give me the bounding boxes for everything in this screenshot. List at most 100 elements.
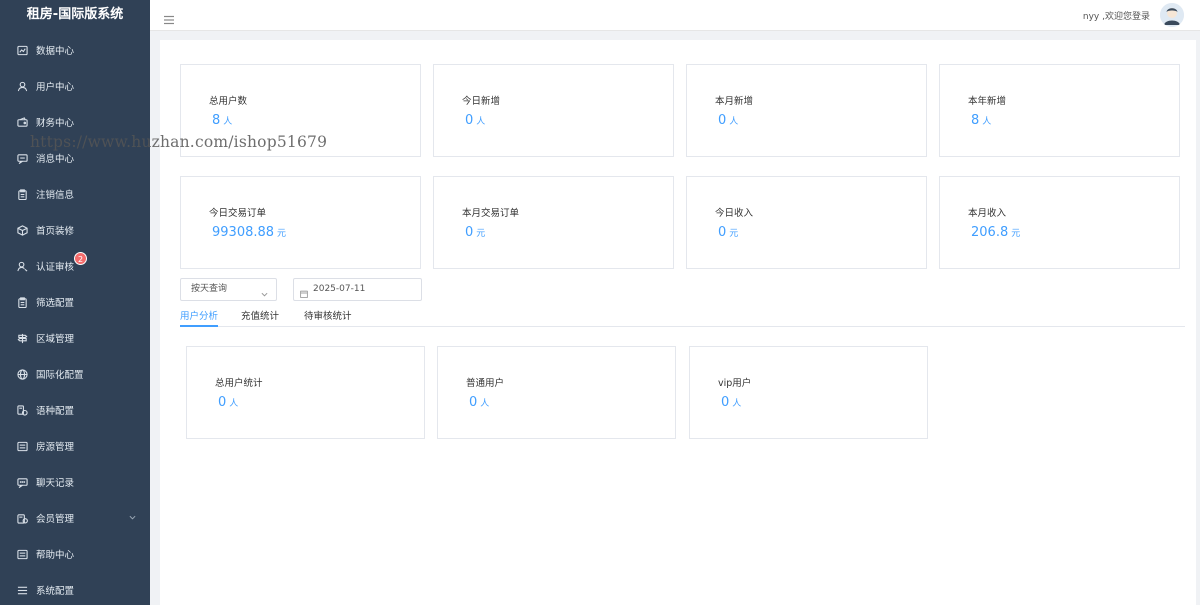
sidebar-item-label: 聊天记录: [36, 478, 75, 489]
tab-pending-review-stats[interactable]: 待审核统计: [304, 308, 352, 327]
sidebar-item-finance[interactable]: 财务中心: [0, 104, 150, 140]
stat-value: 206.8 元: [971, 225, 1021, 240]
globe-icon: [16, 368, 28, 380]
chevron-down-icon: [261, 286, 268, 297]
date-picker-input[interactable]: 2025-07-11: [293, 278, 422, 301]
top-header: nyy ,欢迎您登录: [150, 0, 1200, 31]
sidebar-item-label: 数据中心: [36, 46, 75, 57]
sidebar-item-filter-config[interactable]: 筛选配置: [0, 284, 150, 320]
tab-user-analysis[interactable]: 用户分析: [180, 308, 219, 327]
notification-badge: 2: [74, 252, 88, 265]
sidebar-item-label: 区域管理: [36, 334, 75, 345]
user-icon: [16, 80, 28, 92]
wallet-icon: [16, 116, 28, 128]
sidebar-item-verification[interactable]: 认证审核 2: [0, 248, 150, 284]
sidebar-item-label: 会员管理: [36, 514, 75, 525]
sidebar-item-language[interactable]: 语种配置: [0, 392, 150, 428]
stat-card-today-income: 今日收入 0元: [686, 176, 927, 269]
language-icon: [16, 404, 28, 416]
stat-label: 今日新增: [462, 96, 501, 107]
stat-label: 总用户数: [209, 96, 248, 107]
user-check-icon: [16, 260, 28, 272]
stat-label: 总用户统计: [215, 378, 263, 389]
stat-label: 今日交易订单: [209, 208, 267, 219]
stat-card-today-new: 今日新增 0人: [433, 64, 674, 157]
member-icon: [16, 512, 28, 524]
sidebar-menu: 数据中心 用户中心 财务中心 消息中心 注销信息 首页装修 认证审核 2 筛选配…: [0, 32, 150, 605]
sidebar-item-label: 帮助中心: [36, 550, 75, 561]
stat-label: 今日收入: [715, 208, 754, 219]
message-icon: [16, 152, 28, 164]
stat-card-month-new: 本月新增 0人: [686, 64, 927, 157]
hamburger-menu-icon[interactable]: [164, 10, 174, 25]
stat-value: 8人: [212, 113, 233, 128]
sidebar-item-members[interactable]: 会员管理: [0, 500, 150, 536]
stat-value: 99308.88 元: [212, 225, 287, 240]
clipboard-icon: [16, 188, 28, 200]
list-box-icon: [16, 440, 28, 452]
sidebar-item-system-config[interactable]: 系统配置: [0, 572, 150, 605]
stat-card-vip-users: vip用户 0人: [689, 346, 928, 439]
stat-card-regular-users: 普通用户 0人: [437, 346, 676, 439]
stat-value: 0人: [465, 113, 486, 128]
sidebar-item-user-center[interactable]: 用户中心: [0, 68, 150, 104]
stat-value: 0人: [718, 113, 739, 128]
sidebar-item-label: 首页装修: [36, 226, 75, 237]
welcome-text: nyy ,欢迎您登录: [1082, 12, 1150, 22]
main-content: 总用户数 8人 今日新增 0人 本月新增 0人 本年新增 8人 今日交易订单 9…: [160, 40, 1196, 605]
sidebar-item-region[interactable]: 区域管理: [0, 320, 150, 356]
stat-label: 普通用户: [466, 378, 505, 389]
sidebar-item-listings[interactable]: 房源管理: [0, 428, 150, 464]
stat-value: 0人: [218, 395, 239, 410]
settings-list-icon: [16, 584, 28, 596]
stat-label: 本月交易订单: [462, 208, 520, 219]
query-mode-select[interactable]: 按天查询: [180, 278, 277, 301]
sidebar-item-label: 消息中心: [36, 154, 75, 165]
stat-value: 0元: [465, 225, 486, 240]
stat-label: 本月新增: [715, 96, 754, 107]
sidebar-item-data-center[interactable]: 数据中心: [0, 32, 150, 68]
chat-icon: [16, 476, 28, 488]
sidebar-item-label: 系统配置: [36, 586, 75, 597]
stat-card-total-users: 总用户数 8人: [180, 64, 421, 157]
dashboard-icon: [16, 44, 28, 56]
tab-recharge-stats[interactable]: 充值统计: [241, 308, 279, 327]
stat-label: 本月收入: [968, 208, 1007, 219]
sidebar-item-label: 财务中心: [36, 118, 75, 129]
stat-card-today-orders: 今日交易订单 99308.88 元: [180, 176, 421, 269]
cube-icon: [16, 224, 28, 236]
stat-card-year-new: 本年新增 8人: [939, 64, 1180, 157]
stat-value: 0人: [721, 395, 742, 410]
sidebar-item-help[interactable]: 帮助中心: [0, 536, 150, 572]
date-value: 2025-07-11: [313, 284, 366, 294]
sidebar-item-label: 语种配置: [36, 406, 75, 417]
sidebar-item-label: 筛选配置: [36, 298, 75, 309]
stat-label: vip用户: [718, 378, 752, 389]
stat-value: 0人: [469, 395, 490, 410]
sidebar-item-cancellation[interactable]: 注销信息: [0, 176, 150, 212]
sidebar-item-home-decoration[interactable]: 首页装修: [0, 212, 150, 248]
clipboard-icon: [16, 296, 28, 308]
stat-card-month-orders: 本月交易订单 0元: [433, 176, 674, 269]
sidebar-item-label: 认证审核: [36, 262, 75, 273]
analysis-tabs: 用户分析 充值统计 待审核统计: [180, 308, 1185, 327]
signpost-icon: [16, 332, 28, 344]
query-mode-value: 按天查询: [191, 284, 228, 294]
stat-value: 0元: [718, 225, 739, 240]
sidebar-item-chat-logs[interactable]: 聊天记录: [0, 464, 150, 500]
stat-value: 8人: [971, 113, 992, 128]
chevron-down-icon: [129, 513, 136, 520]
sidebar-item-label: 注销信息: [36, 190, 75, 201]
stat-card-user-total: 总用户统计 0人: [186, 346, 425, 439]
sidebar-item-label: 国际化配置: [36, 370, 84, 381]
help-box-icon: [16, 548, 28, 560]
sidebar-item-messages[interactable]: 消息中心: [0, 140, 150, 176]
stat-label: 本年新增: [968, 96, 1007, 107]
avatar[interactable]: [1160, 3, 1184, 27]
sidebar-item-i18n[interactable]: 国际化配置: [0, 356, 150, 392]
app-title: 租房-国际版系统: [26, 7, 124, 22]
calendar-icon: [299, 286, 309, 299]
sidebar-item-label: 房源管理: [36, 442, 75, 453]
sidebar: 租房-国际版系统 数据中心 用户中心 财务中心 消息中心 注销信息 首页装修 认…: [0, 0, 150, 605]
stat-card-month-income: 本月收入 206.8 元: [939, 176, 1180, 269]
